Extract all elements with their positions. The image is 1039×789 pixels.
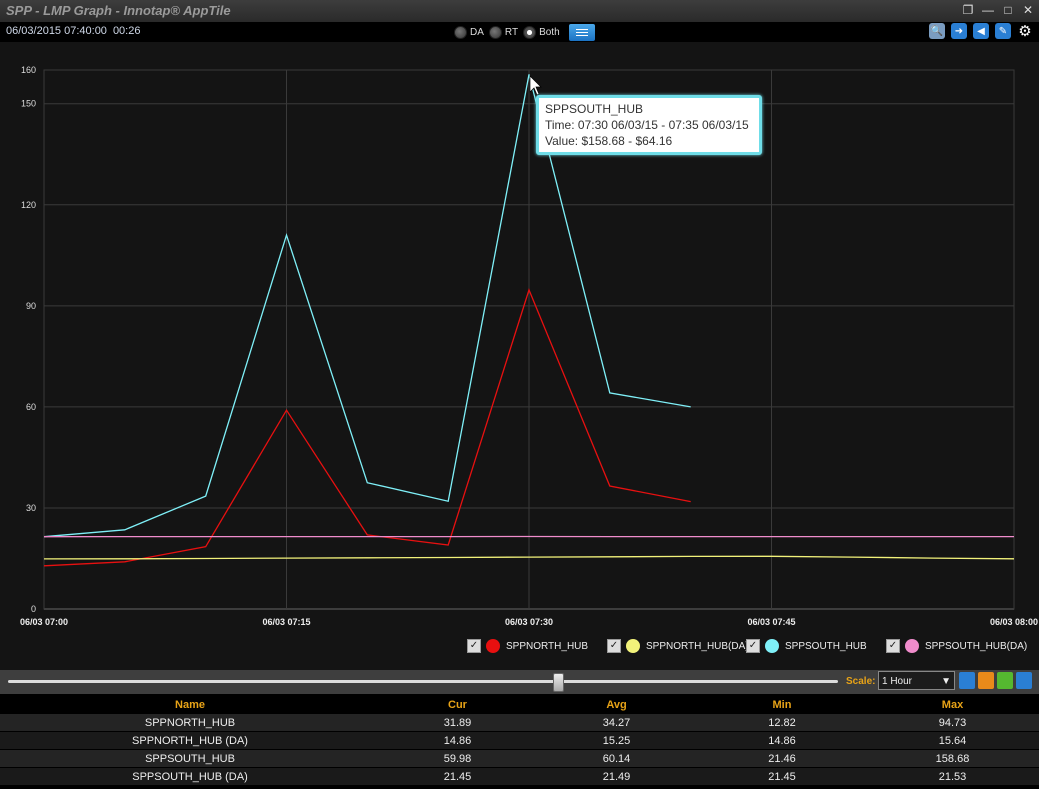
chart-legend: ✓ SPPNORTH_HUB ✓ SPPNORTH_HUB(DA) ✓ SPPSOUT… — [0, 639, 1039, 659]
table-header: Name Cur Avg Min Max — [0, 696, 1039, 714]
legend-swatch — [905, 639, 919, 653]
legend-item-sppnorth-hub[interactable]: ✓ SPPNORTH_HUB — [467, 639, 588, 653]
checkbox-icon[interactable]: ✓ — [607, 639, 621, 653]
table-row[interactable]: SPPSOUTH_HUB (DA) 21.45 21.49 21.45 21.53 — [0, 767, 1039, 785]
x-tick-label: 06/03 08:00 — [990, 617, 1038, 627]
table-row[interactable]: SPPNORTH_HUB (DA) 14.86 15.25 14.86 15.64 — [0, 731, 1039, 750]
legend-swatch — [626, 639, 640, 653]
pencil-icon[interactable] — [997, 672, 1013, 689]
legend-item-sppnorth-hub-da[interactable]: ✓ SPPNORTH_HUB(DA) — [607, 639, 749, 653]
checkbox-icon[interactable]: ✓ — [886, 639, 900, 653]
y-tick-label: 90 — [26, 301, 36, 311]
legend-swatch — [486, 639, 500, 653]
tooltip-time: Time: 07:30 06/03/15 - 07:35 06/03/15 — [545, 118, 749, 132]
x-tick-label: 06/03 07:15 — [262, 617, 310, 627]
time-slider-handle[interactable] — [553, 673, 564, 692]
col-name: Name — [0, 696, 380, 714]
tooltip-series: SPPSOUTH_HUB — [545, 102, 644, 116]
col-max: Max — [866, 696, 1039, 714]
tooltip-value: Value: $158.68 - $64.16 — [545, 134, 673, 148]
x-tick-label: 06/03 07:00 — [20, 617, 68, 627]
scale-select[interactable]: 1 Hour ▼ — [878, 671, 955, 690]
y-tick-label: 160 — [21, 65, 36, 75]
x-tick-label: 06/03 07:30 — [505, 617, 553, 627]
y-tick-label: 30 — [26, 503, 36, 513]
chart-tooltip: SPPSOUTH_HUB Time: 07:30 06/03/15 - 07:3… — [536, 95, 762, 155]
y-tick-label: 150 — [21, 99, 36, 109]
col-avg: Avg — [535, 696, 698, 714]
lmp-line-chart: 0 30 60 90 120 150 160 06/03 07:00 06/03 07:15 06… — [20, 65, 1038, 627]
y-tick-label: 60 — [26, 402, 36, 412]
legend-item-sppsouth-hub[interactable]: ✓ SPPSOUTH_HUB — [746, 639, 867, 653]
y-tick-label: 120 — [21, 200, 36, 210]
time-slider-bar: Scale: 1 Hour ▼ — [0, 670, 1039, 694]
legend-item-sppsouth-hub-da[interactable]: ✓ SPPSOUTH_HUB(DA) — [886, 639, 1027, 653]
mouse-cursor-icon — [529, 75, 542, 96]
view-icon[interactable] — [959, 672, 975, 689]
y-tick-label: 0 — [31, 604, 36, 614]
x-tick-label: 06/03 07:45 — [747, 617, 795, 627]
table-row[interactable]: SPPNORTH_HUB 31.89 34.27 12.82 94.73 — [0, 713, 1039, 732]
col-min: Min — [698, 696, 866, 714]
col-cur: Cur — [380, 696, 535, 714]
table-row[interactable]: SPPSOUTH_HUB 59.98 60.14 21.46 158.68 — [0, 749, 1039, 768]
checkbox-icon[interactable]: ✓ — [746, 639, 760, 653]
chevron-down-icon: ▼ — [941, 676, 951, 687]
scale-label: Scale: — [846, 676, 876, 687]
checkbox-icon[interactable]: ✓ — [467, 639, 481, 653]
stats-table: Name Cur Avg Min Max SPPNORTH_HUB 31.89 34… — [0, 696, 1039, 785]
time-slider-track[interactable] — [8, 680, 838, 683]
legend-swatch — [765, 639, 779, 653]
table-icon[interactable] — [1016, 672, 1032, 689]
settings-icon[interactable] — [978, 672, 994, 689]
